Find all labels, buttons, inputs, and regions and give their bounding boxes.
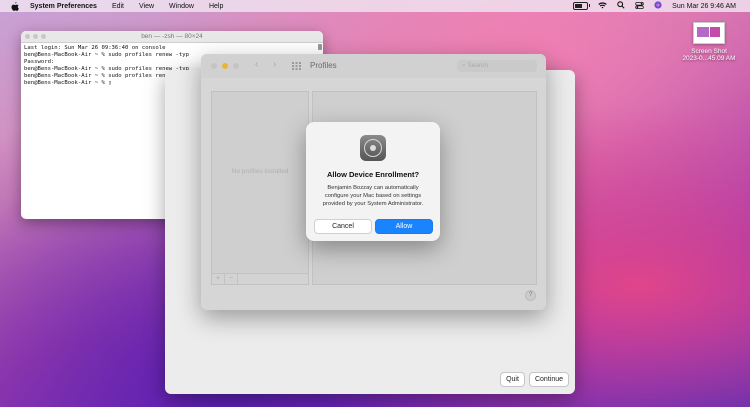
wifi-icon[interactable] [598,1,607,11]
help-button[interactable]: ? [525,290,536,301]
alert-title: Allow Device Enrollment? [326,170,420,179]
menu-window[interactable]: Window [169,3,194,10]
screenshot-label-line2: 2023-0...45.09 AM [682,55,736,62]
menu-view[interactable]: View [139,3,154,10]
search-icon: ⌕ [462,62,466,69]
continue-button[interactable]: Continue [529,372,569,387]
show-all-grid-icon[interactable] [292,62,301,72]
profiles-toolbar: ‹ › Profiles ⌕ Search [201,54,546,78]
zoom-button[interactable] [41,34,46,39]
device-enrollment-alert: Allow Device Enrollment? Benjamin Bozzay… [306,122,440,241]
remove-profile-button[interactable]: − [225,274,238,284]
apple-menu-icon[interactable] [9,0,21,12]
list-footer: + − [211,273,309,285]
search-placeholder: Search [467,62,489,69]
menu-edit[interactable]: Edit [112,3,124,10]
spotlight-search-icon[interactable] [617,1,625,11]
system-preferences-gear-icon [360,135,386,161]
desktop-screenshot-file[interactable]: Screen Shot 2023-0...45.09 AM [676,22,742,62]
menu-bar: System Preferences Edit View Window Help… [0,0,750,12]
siri-icon[interactable] [654,1,662,11]
menu-help[interactable]: Help [209,3,223,10]
minimize-button[interactable] [222,63,228,69]
status-area: Sun Mar 26 9:46 AM [573,0,736,12]
cancel-button[interactable]: Cancel [314,219,372,234]
add-profile-button[interactable]: + [212,274,225,284]
close-button[interactable] [25,34,30,39]
minimize-button[interactable] [33,34,38,39]
forward-chevron-icon[interactable]: › [273,59,276,70]
menubar-clock[interactable]: Sun Mar 26 9:46 AM [672,3,736,10]
allow-button[interactable]: Allow [375,219,433,234]
menu-app-name[interactable]: System Preferences [30,3,97,10]
zoom-button[interactable] [233,63,239,69]
profiles-title: Profiles [310,61,337,70]
quit-button[interactable]: Quit [500,372,525,387]
terminal-titlebar[interactable]: ben — -zsh — 80×24 [21,31,323,43]
control-center-icon[interactable] [635,1,644,11]
terminal-scrollbar[interactable] [318,44,322,50]
close-button[interactable] [211,63,217,69]
screenshot-thumbnail [693,22,725,44]
search-field[interactable]: ⌕ Search [457,60,537,72]
terminal-line: Last login: Sun Mar 26 09:36:40 on conso… [24,45,166,51]
battery-icon[interactable] [573,2,591,10]
alert-message: Benjamin Bozzay can automatically config… [322,185,424,207]
empty-list-text: No profiles installed [231,168,289,175]
terminal-title: ben — -zsh — 80×24 [141,33,203,40]
profiles-list[interactable]: No profiles installed [211,91,309,277]
back-chevron-icon[interactable]: ‹ [255,59,258,70]
screenshot-label-line1: Screen Shot [691,48,727,55]
